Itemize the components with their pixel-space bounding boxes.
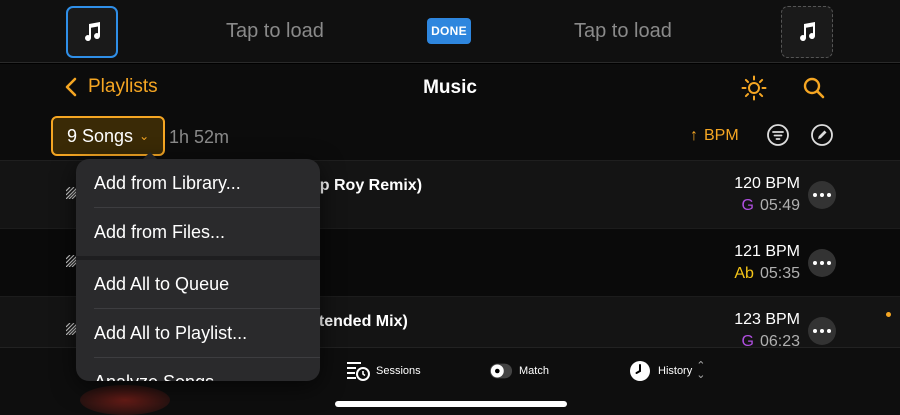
songs-menu-button[interactable]: 9 Songs ⌄ (51, 116, 165, 156)
song-key: G (741, 197, 754, 214)
pencil-icon[interactable] (810, 123, 834, 147)
deck-bar: Tap to load DONE Tap to load (0, 0, 900, 63)
deck-right-thumb[interactable] (781, 6, 833, 58)
ambient-glow (80, 385, 170, 415)
song-title: op Roy Remix) (310, 177, 423, 194)
ellipsis-icon (827, 329, 831, 333)
song-title: xtended Mix) (310, 313, 408, 330)
clock-icon (630, 361, 650, 381)
songs-dropdown-menu: Add from Library... Add from Files... Ad… (76, 159, 320, 381)
menu-item-add-from-library[interactable]: Add from Library... (76, 159, 320, 208)
home-indicator[interactable] (335, 401, 567, 407)
menu-item-add-from-files[interactable]: Add from Files... (76, 208, 320, 257)
tab-match[interactable]: Match (489, 360, 549, 382)
search-button[interactable] (800, 74, 828, 102)
ellipsis-icon (820, 193, 824, 197)
music-note-icon (800, 22, 816, 42)
nav-bar: Playlists Music (0, 64, 900, 111)
more-options-button[interactable] (808, 249, 836, 277)
tab-sessions-label: Sessions (376, 365, 421, 377)
music-note-icon (85, 22, 101, 42)
ellipsis-icon (820, 329, 824, 333)
song-bpm: 120 BPM (734, 175, 800, 192)
toggle-icon (489, 363, 513, 379)
sun-icon (741, 75, 767, 101)
song-key: Ab (734, 265, 754, 282)
tab-history-label: History (658, 365, 693, 377)
song-meta: G 05:49 (742, 197, 801, 215)
chevron-up-down-icon[interactable]: ⌃ ⌄ (696, 361, 705, 381)
scroll-indicator-dot (886, 312, 891, 317)
back-to-playlists-button[interactable]: Playlists (64, 76, 158, 98)
deck-right-tap-to-load[interactable]: Tap to load (574, 20, 672, 43)
ellipsis-icon (813, 193, 817, 197)
song-bpm: 121 BPM (734, 243, 800, 260)
ellipsis-icon (813, 329, 817, 333)
ellipsis-icon (813, 261, 817, 265)
tab-history[interactable]: History ⌃ ⌄ (628, 360, 705, 382)
chevron-down-icon: ⌄ (139, 129, 150, 143)
sort-label: BPM (704, 127, 739, 144)
filter-icon[interactable] (766, 123, 790, 147)
back-label: Playlists (88, 76, 158, 97)
tab-match-label: Match (519, 365, 549, 377)
arrow-up-icon: ↑ (690, 127, 698, 144)
more-options-button[interactable] (808, 181, 836, 209)
list-toolbar: 9 Songs ⌄ 1h 52m ↑ BPM (0, 111, 900, 161)
sun-button[interactable] (740, 74, 768, 102)
ellipsis-icon (827, 193, 831, 197)
done-button[interactable]: DONE (427, 18, 471, 44)
sessions-icon (347, 362, 370, 381)
ellipsis-icon (820, 261, 824, 265)
chevron-left-icon (65, 77, 77, 97)
menu-item-analyze-songs[interactable]: Analyze Songs (76, 358, 320, 381)
ellipsis-icon (827, 261, 831, 265)
song-meta: Ab 05:35 (734, 265, 800, 283)
menu-item-add-all-to-queue[interactable]: Add All to Queue (76, 260, 320, 309)
search-icon (803, 77, 825, 99)
tab-sessions[interactable]: Sessions (346, 360, 421, 382)
menu-item-add-all-to-playlist[interactable]: Add All to Playlist... (76, 309, 320, 358)
deck-left-thumb[interactable] (66, 6, 118, 58)
more-options-button[interactable] (808, 317, 836, 345)
sort-by-bpm-button[interactable]: ↑ BPM (690, 127, 739, 145)
song-bpm: 123 BPM (734, 311, 800, 328)
song-duration: 05:35 (759, 265, 800, 282)
songs-count-label: 9 Songs (67, 125, 134, 146)
song-duration: 05:49 (759, 197, 800, 214)
deck-left-tap-to-load[interactable]: Tap to load (226, 20, 324, 43)
total-duration: 1h 52m (169, 127, 230, 147)
